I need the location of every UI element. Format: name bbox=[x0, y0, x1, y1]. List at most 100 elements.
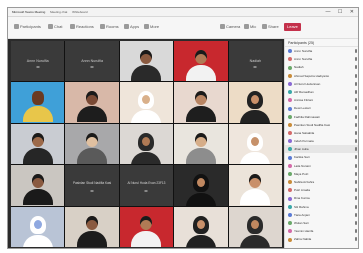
participant-row[interactable]: Maya Putri bbox=[285, 170, 358, 178]
participant-row[interactable]: Nadiah bbox=[285, 63, 358, 71]
mic-icon bbox=[355, 196, 357, 201]
video-tile[interactable] bbox=[174, 206, 228, 247]
mic-icon bbox=[355, 147, 357, 152]
participant-video bbox=[185, 50, 216, 81]
video-tile[interactable]: Pasinlan Studi Nadifia Kasi bbox=[65, 165, 119, 206]
video-tile[interactable] bbox=[11, 123, 65, 165]
video-tile[interactable] bbox=[11, 206, 65, 247]
participant-row[interactable]: Jihan Aulia bbox=[285, 145, 358, 154]
video-tile[interactable]: Annn Nurulfia bbox=[65, 41, 119, 82]
participant-row[interactable]: Putri Amalia bbox=[285, 186, 358, 194]
video-tile[interactable] bbox=[119, 82, 174, 123]
video-tile[interactable] bbox=[11, 82, 65, 123]
avatar bbox=[288, 114, 292, 119]
tab-whiteboard[interactable]: Whiteboard bbox=[72, 8, 87, 17]
participant-video bbox=[185, 132, 216, 164]
more-button[interactable]: More bbox=[144, 23, 159, 31]
video-tile[interactable] bbox=[119, 41, 174, 82]
participant-name: Putri Amalia bbox=[294, 188, 311, 193]
tab-meeting[interactable]: Microsoft Teams Meeting bbox=[12, 8, 45, 17]
avatar bbox=[288, 221, 292, 226]
mic-off-icon bbox=[144, 190, 148, 193]
participant-row[interactable]: Tiara Anjani bbox=[285, 211, 358, 219]
participant-video bbox=[131, 50, 162, 81]
video-tile[interactable] bbox=[228, 206, 282, 247]
face bbox=[251, 95, 260, 105]
video-tile[interactable] bbox=[174, 82, 228, 123]
leave-button[interactable]: Leave bbox=[284, 23, 301, 31]
participant-row[interactable]: Yasmin Hanifa bbox=[285, 227, 358, 235]
window-controls[interactable]: — ☐ ✕ bbox=[326, 8, 357, 17]
participant-video bbox=[22, 91, 53, 123]
participant-row[interactable]: Annn Nurulfia bbox=[285, 47, 358, 55]
video-tile[interactable]: Annn Nurulfia bbox=[11, 41, 65, 82]
tab-chat[interactable]: Meeting chat bbox=[50, 8, 67, 17]
participant-list: Annn Nurulfia Annn Nurulfia Nadiah Ahmad Sa… bbox=[285, 47, 358, 244]
mic-icon bbox=[355, 204, 357, 209]
participant-row[interactable]: Wulan Sari bbox=[285, 219, 358, 227]
participant-row[interactable]: Annn Nurulfia bbox=[285, 55, 358, 63]
participant-row[interactable]: Rina Kurnia bbox=[285, 194, 358, 202]
participant-row[interactable]: Laila Nuraini bbox=[285, 162, 358, 170]
avatar bbox=[288, 155, 292, 160]
mic-button[interactable]: Mic bbox=[244, 23, 256, 31]
mic-icon bbox=[355, 155, 357, 160]
video-tile[interactable] bbox=[228, 123, 282, 165]
video-tile[interactable]: Al Nurul Huda Evan 23F13 bbox=[119, 165, 174, 206]
participant-row[interactable]: Kartika Sari bbox=[285, 153, 358, 161]
avatar bbox=[288, 98, 292, 103]
participant-row[interactable]: Annisa Fitriani bbox=[285, 96, 358, 104]
apps-icon bbox=[124, 24, 129, 30]
video-tile[interactable] bbox=[228, 165, 282, 206]
video-tile[interactable]: Nadiah bbox=[228, 41, 282, 82]
participant-row[interactable]: Hana Salsabila bbox=[285, 129, 358, 137]
rooms-icon bbox=[100, 24, 105, 30]
participant-video bbox=[22, 132, 53, 164]
participant-name: Pasinlan Studi Nadifia Kasi bbox=[72, 181, 112, 186]
video-tile[interactable] bbox=[174, 41, 228, 82]
apps-button[interactable]: Apps bbox=[124, 23, 139, 31]
video-tile[interactable] bbox=[119, 206, 174, 247]
video-tile[interactable] bbox=[65, 82, 119, 123]
share-button[interactable]: Share bbox=[262, 23, 279, 31]
mic-icon bbox=[355, 180, 357, 184]
participant-row[interactable]: Pasinlan Studi Nadifia Kasi bbox=[285, 121, 358, 129]
participant-row[interactable]: Indah Permata bbox=[285, 137, 358, 145]
video-tile[interactable] bbox=[228, 82, 282, 123]
participant-row[interactable]: Siti Rahma bbox=[285, 203, 358, 211]
participant-row[interactable]: Alif Ramadhan bbox=[285, 88, 358, 96]
participant-name: Zahra Nabila bbox=[294, 237, 312, 242]
rooms-button[interactable]: Rooms bbox=[100, 23, 119, 31]
reactions-button[interactable]: Reactions bbox=[70, 23, 94, 31]
participant-name: Maya Putri bbox=[294, 171, 309, 176]
mic-icon bbox=[355, 65, 357, 70]
face bbox=[251, 136, 260, 146]
face bbox=[33, 219, 42, 229]
participant-name: Dewi Lestari bbox=[294, 106, 311, 111]
participant-row[interactable]: Zahra Nabila bbox=[285, 235, 358, 243]
face bbox=[196, 178, 205, 188]
chat-button[interactable]: Chat bbox=[48, 23, 62, 31]
participants-button[interactable]: Participants bbox=[14, 23, 41, 31]
participant-row[interactable]: Dewi Lestari bbox=[285, 104, 358, 112]
video-tile[interactable] bbox=[65, 123, 119, 165]
participant-name: Al Nurul Huda Evan bbox=[294, 81, 321, 86]
participant-row[interactable]: Fadhila Rahmawati bbox=[285, 113, 358, 121]
video-tile[interactable] bbox=[65, 206, 119, 247]
participant-name: Fadhila Rahmawati bbox=[294, 114, 320, 119]
avatar bbox=[288, 73, 292, 78]
avatar bbox=[288, 106, 292, 111]
smile-icon bbox=[70, 24, 75, 30]
participant-row[interactable]: Al Nurul Huda Evan bbox=[285, 80, 358, 88]
participant-row[interactable]: Nabila Azzahra bbox=[285, 178, 358, 186]
avatar bbox=[288, 204, 292, 209]
video-tile[interactable] bbox=[174, 165, 228, 206]
participant-row[interactable]: Ahmad Saputra Hadiyanto bbox=[285, 72, 358, 80]
video-tile[interactable] bbox=[11, 165, 65, 206]
video-tile[interactable] bbox=[174, 123, 228, 165]
avatar bbox=[288, 65, 292, 70]
camera-button[interactable]: Camera bbox=[220, 23, 240, 31]
mic-icon bbox=[355, 49, 357, 53]
participant-video bbox=[240, 91, 271, 123]
video-tile[interactable] bbox=[119, 123, 174, 165]
